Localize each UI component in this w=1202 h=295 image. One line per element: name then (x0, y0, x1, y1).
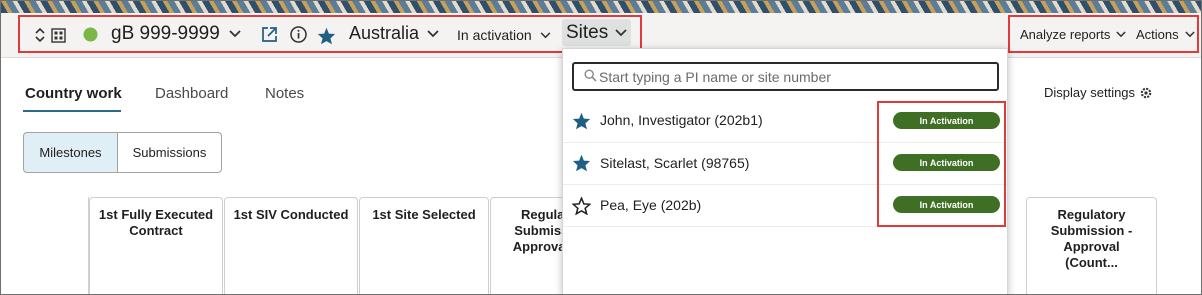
favorite-star-icon[interactable] (316, 26, 336, 45)
badges-highlight (877, 101, 1006, 227)
app-window: gB 999-9999 Australia In activation Site… (0, 0, 1202, 295)
chevron-down-icon (427, 29, 439, 38)
column-header: 1st Fully Executed Contract (89, 197, 223, 294)
favorite-star-icon[interactable] (572, 112, 591, 130)
favorite-star-icon[interactable] (572, 154, 591, 172)
segment-submissions[interactable]: Submissions (117, 132, 222, 173)
site-name: Pea, Eye (202b) (600, 197, 702, 213)
chevron-down-icon (615, 28, 627, 37)
grid-icon[interactable] (50, 27, 66, 43)
column-header: 1st Site Selected (359, 197, 489, 294)
status-label: In activation (457, 27, 532, 43)
status-dropdown[interactable]: In activation (457, 27, 551, 43)
chevron-down-icon (1184, 31, 1195, 38)
actions-menu[interactable]: Actions (1136, 27, 1195, 42)
column-header: Regulatory Submission - Approval (Count.… (1026, 197, 1157, 294)
display-settings-label: Display settings (1044, 85, 1136, 100)
column-header: 1st SIV Conducted (224, 197, 358, 294)
column-header-empty (49, 197, 89, 294)
site-name: Sitelast, Scarlet (98765) (600, 155, 750, 171)
analyze-reports-menu[interactable]: Analyze reports (1020, 27, 1127, 42)
search-icon (584, 69, 597, 82)
country-label: Australia (349, 23, 420, 43)
site-name: John, Investigator (202b1) (600, 112, 763, 128)
display-settings-button[interactable]: Display settings (1044, 85, 1152, 100)
actions-label: Actions (1136, 27, 1179, 42)
chevron-down-icon (229, 30, 241, 38)
active-tab-indicator (23, 110, 121, 112)
tab-dashboard[interactable]: Dashboard (155, 85, 228, 102)
record-id-label: gB 999-9999 (111, 23, 220, 44)
sort-arrows-icon[interactable] (33, 25, 47, 45)
sites-dropdown-button[interactable]: Sites (562, 19, 632, 46)
chevron-down-icon (1116, 31, 1127, 38)
status-dot-icon (83, 27, 98, 42)
record-id-dropdown[interactable]: gB 999-9999 (111, 23, 241, 45)
search-placeholder: Start typing a PI name or site number (599, 68, 831, 85)
site-search-input[interactable]: Start typing a PI name or site number (572, 62, 999, 91)
gear-icon (1140, 87, 1152, 99)
external-link-icon[interactable] (260, 25, 278, 43)
analyze-reports-label: Analyze reports (1020, 27, 1111, 42)
favorite-star-outline-icon[interactable] (572, 197, 591, 215)
info-icon[interactable] (289, 25, 307, 43)
tab-notes[interactable]: Notes (265, 85, 304, 102)
tab-country-work[interactable]: Country work (25, 85, 122, 102)
decorative-banner (1, 1, 1201, 13)
country-dropdown[interactable]: Australia (349, 23, 439, 44)
segment-milestones[interactable]: Milestones (23, 132, 118, 173)
chevron-down-icon (540, 31, 551, 39)
sites-label: Sites (566, 21, 609, 43)
